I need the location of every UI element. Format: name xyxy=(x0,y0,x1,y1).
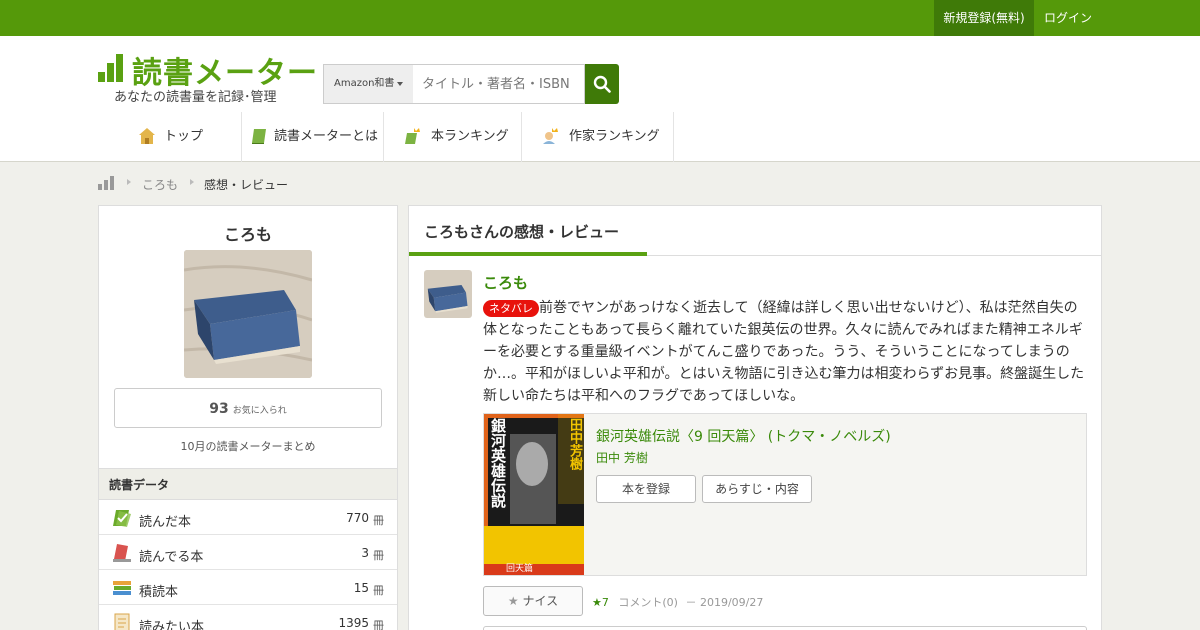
sidebar-item-unit: 冊 xyxy=(373,549,384,562)
nav-about[interactable]: 読書メーターとは xyxy=(242,112,384,162)
book-ranking-icon xyxy=(405,128,420,144)
sidebar-item-unit: 冊 xyxy=(373,514,384,527)
review-meta: ★7 コメント(0) － 2019/09/27 xyxy=(592,594,763,610)
book-card: 銀河英雄伝説 田中芳樹 回天篇 銀河英雄伝説〈9 回天篇〉 (トクマ・ノベルズ)… xyxy=(483,413,1087,576)
read-books-icon xyxy=(113,510,131,527)
sidebar-item-unit: 冊 xyxy=(373,619,384,630)
monthly-summary-link[interactable]: 10月の読書メーターまとめ xyxy=(99,438,397,454)
book-title[interactable]: 銀河英雄伝説〈9 回天篇〉 (トクマ・ノベルズ) xyxy=(596,426,891,446)
search-form: Amazon和書 xyxy=(323,64,619,104)
active-tab-underline xyxy=(409,252,647,256)
chevron-down-icon xyxy=(397,82,403,86)
search-category-label: Amazon和書 xyxy=(334,78,395,89)
search-icon xyxy=(593,75,611,93)
reading-data-heading: 読書データ xyxy=(99,468,397,500)
register-link[interactable]: 新規登録(無料) xyxy=(934,0,1034,36)
user-sidebar: ころも 93 お気に入られ 10月の読書メーターまとめ 読書データ 読んだ本 77… xyxy=(98,205,398,630)
breadcrumb-user[interactable]: ころも xyxy=(142,176,178,193)
nav-about-label: 読書メーターとは xyxy=(274,129,379,144)
book-icon xyxy=(252,129,266,144)
register-book-button[interactable]: 本を登録 xyxy=(596,475,696,503)
synopsis-button[interactable]: あらすじ・内容 xyxy=(702,475,812,503)
logo-bars-icon xyxy=(98,54,124,82)
sidebar-item-read[interactable]: 読んだ本 770 冊 xyxy=(99,500,397,535)
sidebar-item-unit: 冊 xyxy=(373,584,384,597)
review-panel-header: ころもさんの感想・レビュー xyxy=(409,206,1101,256)
search-input[interactable] xyxy=(413,64,585,104)
stacked-books-icon xyxy=(113,581,131,595)
breadcrumb-current: 感想・レビュー xyxy=(204,178,289,192)
house-icon xyxy=(139,128,155,144)
author-ranking-icon xyxy=(543,128,558,144)
sidebar-item-stacked[interactable]: 積読本 15 冊 xyxy=(99,570,397,605)
search-category-select[interactable]: Amazon和書 xyxy=(323,64,414,104)
nav-author-ranking[interactable]: 作家ランキング xyxy=(522,112,674,162)
user-avatar[interactable] xyxy=(184,250,312,378)
sidebar-item-label: 読んだ本 xyxy=(139,515,192,530)
sidebar-item-label: 読んでる本 xyxy=(139,550,204,565)
reading-books-icon xyxy=(113,544,131,562)
sidebar-item-count: 770 xyxy=(346,511,369,525)
avatar-book-image xyxy=(184,250,312,378)
review-date: － 2019/09/27 xyxy=(685,596,764,609)
login-link[interactable]: ログイン xyxy=(1034,0,1102,36)
comment-link[interactable]: コメント(0) xyxy=(618,596,678,609)
favorites-box[interactable]: 93 お気に入られ xyxy=(114,388,382,428)
page-title: ころもさんの感想・レビュー xyxy=(424,223,620,241)
avatar-book-image xyxy=(424,270,472,318)
chevron-right-icon xyxy=(190,179,194,185)
logo-tagline: あなたの読書量を記録･管理 xyxy=(114,90,277,105)
sidebar-item-reading[interactable]: 読んでる本 3 冊 xyxy=(99,535,397,570)
nav-book-ranking-label: 本ランキング xyxy=(431,129,509,144)
nice-label: ナイス xyxy=(522,594,559,608)
star-icon: ★ xyxy=(507,594,519,608)
home-icon[interactable] xyxy=(98,176,116,190)
nav-book-ranking[interactable]: 本ランキング xyxy=(384,112,522,162)
wishlist-icon xyxy=(114,613,130,630)
favorites-label: お気に入られ xyxy=(232,406,287,416)
cover-label-text: 回天篇 xyxy=(506,564,534,574)
reviewer-avatar[interactable] xyxy=(424,270,472,318)
sidebar-username[interactable]: ころも xyxy=(99,221,397,245)
sidebar-item-label: 積読本 xyxy=(139,585,179,600)
nav-author-ranking-label: 作家ランキング xyxy=(569,129,660,144)
sidebar-item-count: 1395 xyxy=(338,616,369,630)
top-bar: 新規登録(無料) ログイン xyxy=(0,0,1200,36)
cover-title-text: 銀河英雄伝説 xyxy=(489,418,507,508)
nav-top[interactable]: トップ xyxy=(98,112,242,162)
cover-author-text: 田中芳樹 xyxy=(567,418,582,470)
sidebar-item-count: 3 xyxy=(361,546,369,560)
sidebar-item-wishlist[interactable]: 読みたい本 1395 冊 xyxy=(99,605,397,630)
sidebar-item-count: 15 xyxy=(353,581,369,595)
review-panel: ころもさんの感想・レビュー ころも 前巻でヤンがあっけなく逝去して（経緯は詳しく… xyxy=(408,205,1102,630)
nav-top-label: トップ xyxy=(164,129,204,144)
chevron-right-icon xyxy=(127,179,131,185)
nice-count: ★7 xyxy=(592,596,609,609)
reviewer-name[interactable]: ころも xyxy=(483,272,528,293)
comment-box[interactable] xyxy=(483,626,1087,630)
book-cover[interactable]: 銀河英雄伝説 田中芳樹 回天篇 xyxy=(484,414,584,575)
search-button[interactable] xyxy=(585,64,619,104)
favorites-count: 93 xyxy=(209,401,229,417)
sidebar-item-label: 読みたい本 xyxy=(139,620,205,630)
book-author[interactable]: 田中 芳樹 xyxy=(596,449,648,466)
spoiler-badge: ネタバレ xyxy=(483,300,539,317)
review-text: 前巻でヤンがあっけなく逝去して（経緯は詳しく思い出せないけど）、私は茫然自失の体… xyxy=(483,300,1085,404)
nice-button[interactable]: ★ ナイス xyxy=(483,586,583,616)
